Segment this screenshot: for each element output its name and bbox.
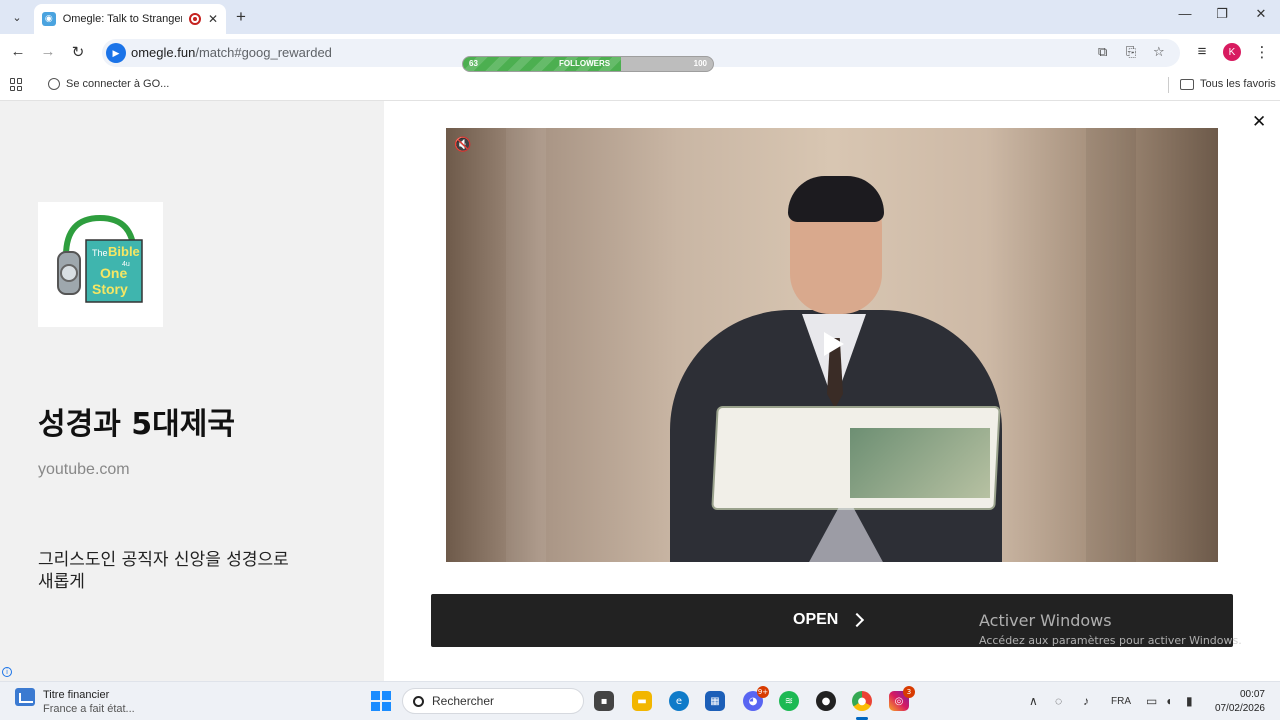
omegle-favicon-icon: ◉: [42, 12, 56, 26]
ad-info-panel: The Bible 4u One Story 성경과 5대제국 youtube.…: [0, 101, 384, 681]
news-title: Titre financier: [43, 689, 110, 701]
close-ad-button[interactable]: ✕: [1252, 112, 1266, 132]
globe-icon: [48, 78, 60, 90]
news-widget[interactable]: Titre financier France a fait état...: [15, 688, 135, 716]
all-bookmarks-button[interactable]: Tous les favoris: [1180, 78, 1276, 90]
followers-max: 100: [693, 59, 707, 68]
watermark-subtitle: Accédez aux paramètres pour activer Wind…: [979, 634, 1242, 647]
forward-button[interactable]: →: [38, 43, 58, 60]
logo-text-story: Story: [92, 281, 128, 297]
ad-info-icon[interactable]: i: [2, 667, 12, 677]
open-label: OPEN: [793, 611, 839, 628]
maximize-button[interactable]: ❐: [1212, 6, 1232, 22]
bookmark-label: Se connecter à GO...: [66, 78, 170, 90]
open-button[interactable]: OPEN: [793, 611, 865, 629]
language-indicator[interactable]: FRA: [1111, 696, 1131, 707]
visibility-off-icon[interactable]: ◌: [1055, 694, 1062, 708]
tab-strip: ⌄ ◉ Omegle: Talk to Strangers w ✕ + — ❐ …: [0, 0, 1280, 34]
microphone-icon[interactable]: ♪: [1083, 694, 1089, 708]
battery-icon[interactable]: ▮: [1186, 694, 1193, 708]
system-clock[interactable]: 00:07 07/02/2026: [1209, 688, 1265, 716]
mute-icon[interactable]: 🔇: [454, 136, 471, 153]
new-tab-button[interactable]: +: [236, 7, 246, 27]
followers-label: FOLLOWERS: [559, 59, 611, 68]
minimize-button[interactable]: —: [1175, 6, 1195, 21]
stocks-icon: [15, 688, 35, 706]
recording-icon: [189, 13, 201, 25]
apps-grid-icon[interactable]: [10, 78, 23, 91]
ad-domain: youtube.com: [38, 461, 130, 478]
speaker-hair: [788, 176, 884, 222]
file-explorer-icon[interactable]: ▬: [632, 691, 652, 711]
folder-icon: [1180, 78, 1194, 90]
followers-current: 63: [469, 59, 478, 68]
all-bookmarks-label: Tous les favoris: [1200, 78, 1276, 90]
edge-icon[interactable]: e: [669, 691, 689, 711]
reload-button[interactable]: ↻: [68, 43, 88, 61]
ad-interstitial: The Bible 4u One Story 성경과 5대제국 youtube.…: [0, 101, 1280, 681]
windows-taskbar: Titre financier France a fait état... Re…: [0, 681, 1280, 720]
volume-icon[interactable]: ◖: [1165, 694, 1172, 708]
discord-icon[interactable]: ◕ 9+: [743, 686, 769, 711]
taskbar-search[interactable]: Rechercher: [402, 688, 584, 714]
discord-badge: 9+: [757, 686, 769, 698]
instagram-badge: 3: [903, 686, 915, 698]
browser-menu-icon[interactable]: ⋮: [1252, 43, 1272, 61]
search-icon: [413, 695, 424, 707]
ad-video-player[interactable]: 🔇: [446, 128, 1218, 562]
url-text: omegle.fun/match#goog_rewarded: [131, 45, 332, 60]
bookmark-separator: [1168, 77, 1169, 93]
translate-icon[interactable]: ⧉: [1098, 44, 1107, 60]
search-placeholder: Rechercher: [432, 694, 495, 708]
ad-title[interactable]: 성경과 5대제국: [38, 399, 235, 443]
news-subtitle: France a fait état...: [43, 703, 135, 715]
tab-omegle[interactable]: ◉ Omegle: Talk to Strangers w ✕: [34, 4, 226, 34]
url-host: omegle.fun: [131, 45, 196, 60]
bookmark-item[interactable]: Se connecter à GO...: [48, 78, 169, 90]
start-button-icon[interactable]: [371, 691, 391, 711]
bible-headphones-logo: The Bible 4u One Story: [57, 214, 143, 303]
bookmark-star-icon[interactable]: ☆: [1153, 44, 1165, 60]
app-icon[interactable]: ●: [816, 691, 836, 711]
ad-thumbnail[interactable]: The Bible 4u One Story: [38, 202, 163, 327]
tab-search-button[interactable]: ⌄: [6, 6, 28, 28]
curtain-fold: [1086, 128, 1136, 562]
logo-text-bible: Bible: [108, 244, 140, 259]
media-control-icon[interactable]: ≡: [1192, 43, 1212, 60]
logo-text-one: One: [100, 265, 127, 281]
followers-progress-bar: 63 FOLLOWERS 100: [462, 56, 714, 72]
tray-expand-icon[interactable]: ∧: [1029, 694, 1038, 708]
clock-time: 00:07: [1239, 689, 1265, 700]
curtain-fold: [506, 128, 546, 562]
ad-description: 그리스도인 공직자 신앙을 성경으로 새롭게: [38, 550, 289, 592]
chevron-right-icon: [850, 612, 865, 628]
profile-avatar[interactable]: K: [1223, 43, 1241, 61]
task-view-icon[interactable]: ▪: [594, 691, 614, 711]
chrome-icon[interactable]: ●: [852, 691, 872, 711]
tab-close-button[interactable]: ✕: [208, 12, 218, 26]
play-icon[interactable]: [824, 332, 844, 356]
bookmarks-bar: Se connecter à GO... Tous les favoris: [0, 72, 1280, 101]
store-icon[interactable]: ▦: [705, 691, 725, 711]
back-button[interactable]: ←: [8, 43, 28, 60]
close-window-button[interactable]: ✕: [1251, 6, 1271, 22]
instagram-icon[interactable]: ◎ 3: [889, 686, 915, 711]
watermark-title: Activer Windows: [979, 611, 1112, 630]
logo-text-the: The: [92, 248, 108, 258]
bible-cover: [850, 428, 990, 498]
tab-title: Omegle: Talk to Strangers w: [62, 13, 182, 25]
network-icon[interactable]: ▭: [1146, 694, 1157, 708]
install-app-icon[interactable]: ⎘: [1126, 44, 1136, 60]
spotify-icon[interactable]: ≋: [779, 691, 799, 711]
camera-icon[interactable]: ▶: [106, 43, 126, 63]
url-path: /match#goog_rewarded: [195, 45, 332, 60]
clock-date: 07/02/2026: [1214, 703, 1265, 714]
activation-watermark: Activer Windows Accédez aux paramètres p…: [979, 611, 1242, 647]
